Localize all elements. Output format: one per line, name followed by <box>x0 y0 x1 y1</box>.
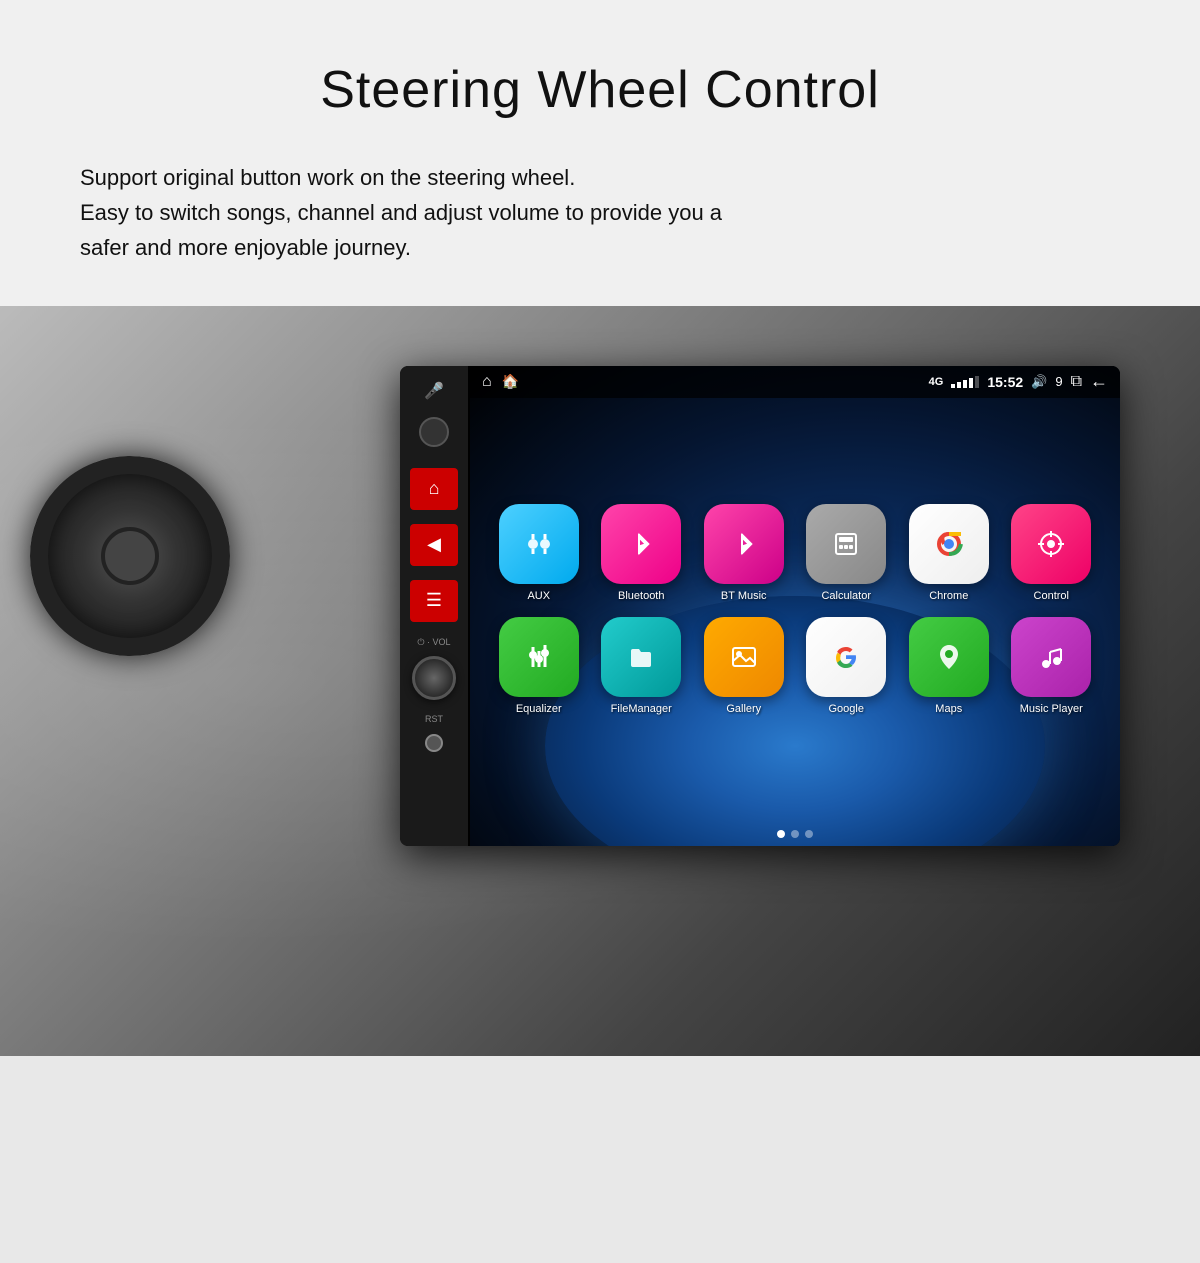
car-section: 🎤 ⌂ ◀ ☰ ⏻ · VOL RST <box>0 306 1200 1056</box>
app-icon-equalizer <box>499 617 579 697</box>
rst-button[interactable] <box>425 734 443 752</box>
home-button[interactable]: ⌂ <box>410 468 458 510</box>
page-title: Steering Wheel Control <box>80 60 1120 120</box>
rst-label: RST <box>425 714 443 724</box>
description: Support original button work on the stee… <box>80 160 722 266</box>
signal-4g-text: 4G <box>929 376 944 388</box>
description-line1: Support original button work on the stee… <box>80 165 575 190</box>
app-label-maps: Maps <box>935 703 962 715</box>
top-section: Steering Wheel Control Support original … <box>0 0 1200 306</box>
status-home-icon[interactable]: ⌂ <box>482 373 492 391</box>
app-icon-filemanager <box>601 617 681 697</box>
app-row-2: Equalizer FileManager Gallery Google Maps Mus… <box>490 617 1100 715</box>
app-maps[interactable]: Maps <box>909 617 989 715</box>
app-icon-btmusic <box>704 504 784 584</box>
app-label-google: Google <box>829 703 864 715</box>
app-google[interactable]: Google <box>806 617 886 715</box>
steering-wheel <box>30 456 250 676</box>
app-label-bluetooth: Bluetooth <box>618 590 664 602</box>
app-label-equalizer: Equalizer <box>516 703 562 715</box>
bar4 <box>969 378 973 388</box>
app-icon-chrome <box>909 504 989 584</box>
camera-dot <box>419 417 449 447</box>
home-icon: ⌂ <box>429 478 440 499</box>
status-left: ⌂ 🏠 <box>482 373 519 391</box>
bar1 <box>951 384 955 388</box>
app-icon-aux <box>499 504 579 584</box>
description-line3: safer and more enjoyable journey. <box>80 235 411 260</box>
signal-bars <box>951 376 979 388</box>
main-screen: ⌂ 🏠 4G 15:52 🔊 9 ⧉ <box>470 366 1120 846</box>
app-aux[interactable]: AUX <box>499 504 579 602</box>
app-grid: AUX Bluetooth BT Music Calculator Chrome Cont… <box>470 404 1120 816</box>
app-label-chrome: Chrome <box>929 590 968 602</box>
status-house-icon[interactable]: 🏠 <box>502 373 519 390</box>
menu-button[interactable]: ☰ <box>410 580 458 622</box>
steering-wheel-circle <box>30 456 230 656</box>
app-bluetooth[interactable]: Bluetooth <box>601 504 681 602</box>
app-icon-control <box>1011 504 1091 584</box>
time-display: 15:52 <box>987 374 1023 390</box>
app-chrome[interactable]: Chrome <box>909 504 989 602</box>
status-right: 4G 15:52 🔊 9 ⧉ ← <box>929 371 1108 392</box>
dot-2[interactable] <box>791 830 799 838</box>
bar2 <box>957 382 961 388</box>
back-arrow-icon[interactable]: ← <box>1090 371 1108 392</box>
back-icon: ◀ <box>427 534 441 555</box>
status-bar: ⌂ 🏠 4G 15:52 🔊 9 ⧉ <box>470 366 1120 398</box>
app-label-musicplayer: Music Player <box>1020 703 1083 715</box>
app-equalizer[interactable]: Equalizer <box>499 617 579 715</box>
app-btmusic[interactable]: BT Music <box>704 504 784 602</box>
pagination-dots <box>777 830 813 838</box>
mic-icon: 🎤 <box>424 381 444 401</box>
app-gallery[interactable]: Gallery <box>704 617 784 715</box>
volume-knob[interactable] <box>412 656 456 700</box>
app-calculator[interactable]: Calculator <box>806 504 886 602</box>
volume-number: 9 <box>1055 374 1062 389</box>
dot-1[interactable] <box>777 830 785 838</box>
app-row-1: AUX Bluetooth BT Music Calculator Chrome Cont… <box>490 504 1100 602</box>
app-label-filemanager: FileManager <box>611 703 672 715</box>
description-line2: Easy to switch songs, channel and adjust… <box>80 200 722 225</box>
bar3 <box>963 380 967 388</box>
app-icon-bluetooth <box>601 504 681 584</box>
description-block: Support original button work on the stee… <box>80 160 1120 266</box>
bar5 <box>975 376 979 388</box>
app-filemanager[interactable]: FileManager <box>601 617 681 715</box>
left-panel: 🎤 ⌂ ◀ ☰ ⏻ · VOL RST <box>400 366 470 846</box>
app-label-aux: AUX <box>527 590 550 602</box>
volume-status-icon: 🔊 <box>1031 374 1047 390</box>
app-icon-calculator <box>806 504 886 584</box>
app-label-calculator: Calculator <box>821 590 871 602</box>
dot-3[interactable] <box>805 830 813 838</box>
menu-icon: ☰ <box>426 590 442 611</box>
head-unit: 🎤 ⌂ ◀ ☰ ⏻ · VOL RST <box>400 366 1120 846</box>
app-icon-gallery <box>704 617 784 697</box>
app-control[interactable]: Control <box>1011 504 1091 602</box>
back-button[interactable]: ◀ <box>410 524 458 566</box>
app-icon-musicplayer <box>1011 617 1091 697</box>
app-musicplayer[interactable]: Music Player <box>1011 617 1091 715</box>
app-label-control: Control <box>1034 590 1069 602</box>
multiwindow-icon[interactable]: ⧉ <box>1071 373 1082 391</box>
app-icon-maps <box>909 617 989 697</box>
app-icon-google <box>806 617 886 697</box>
app-label-btmusic: BT Music <box>721 590 767 602</box>
app-label-gallery: Gallery <box>726 703 761 715</box>
vol-label: ⏻ · VOL <box>417 637 450 648</box>
